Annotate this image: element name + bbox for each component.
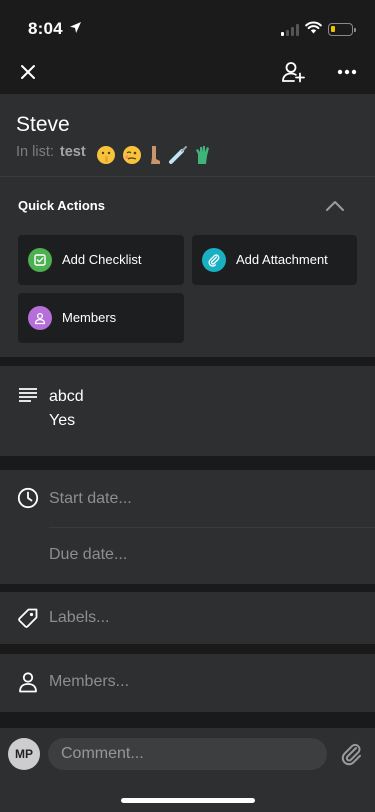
- woozy-face-emoji: [122, 146, 141, 165]
- description-lines-icon: [19, 388, 37, 402]
- description-section[interactable]: abcd Yes: [0, 366, 375, 456]
- syringe-emoji: [168, 146, 187, 165]
- cellular-signal-icon: [281, 24, 299, 36]
- clock-icon: [17, 487, 39, 509]
- description-line: Yes: [49, 412, 76, 429]
- list-name: test: [59, 144, 86, 160]
- chevron-up-icon[interactable]: [322, 197, 348, 215]
- quick-actions-panel: Quick Actions Add Checklist Add Attachme…: [0, 176, 375, 357]
- location-arrow-icon: [70, 22, 81, 33]
- status-time: 8:04: [28, 19, 63, 38]
- list-prefix: In list:: [16, 144, 54, 160]
- start-date-field[interactable]: Start date...: [49, 490, 132, 508]
- comment-input[interactable]: [48, 738, 327, 770]
- comment-bar: MP: [0, 728, 375, 812]
- add-member-button[interactable]: [279, 58, 307, 86]
- status-bar: 8:04: [0, 0, 375, 50]
- battery-icon: [328, 23, 356, 36]
- labels-field: Labels...: [49, 609, 110, 626]
- person-icon: [28, 306, 52, 330]
- add-attachment-label: Add Attachment: [236, 252, 328, 267]
- paperclip-icon: [202, 248, 226, 272]
- close-button[interactable]: [14, 58, 42, 86]
- description-text: abcd Yes: [49, 385, 84, 433]
- leg-emoji: [150, 146, 160, 165]
- labels-section[interactable]: Labels...: [0, 592, 375, 644]
- checklist-icon: [28, 248, 52, 272]
- members-field: Members...: [49, 673, 130, 690]
- add-checklist-button[interactable]: Add Checklist: [18, 235, 184, 285]
- home-indicator: [121, 798, 255, 803]
- tag-icon: [18, 608, 38, 628]
- more-options-button[interactable]: [333, 58, 361, 86]
- add-attachment-button[interactable]: Add Attachment: [192, 235, 357, 285]
- add-checklist-label: Add Checklist: [62, 252, 142, 267]
- shushing-face-emoji: [96, 146, 115, 165]
- card-list-info: In list: test: [16, 144, 214, 165]
- close-icon: [21, 65, 35, 79]
- due-date-field[interactable]: Due date...: [49, 546, 127, 564]
- dates-section: Start date... Due date...: [0, 470, 375, 584]
- add-person-icon: [282, 62, 305, 83]
- glove-emoji: [195, 146, 209, 165]
- members-section[interactable]: Members...: [0, 654, 375, 712]
- nav-bar: [0, 50, 375, 94]
- avatar[interactable]: MP: [8, 738, 40, 770]
- divider: [49, 527, 375, 528]
- card-emojis: [96, 145, 214, 165]
- person-outline-icon: [19, 672, 37, 693]
- members-button[interactable]: Members: [18, 293, 184, 343]
- card-title[interactable]: Steve: [16, 113, 70, 137]
- more-horizontal-icon: [337, 69, 357, 75]
- quick-actions-title: Quick Actions: [18, 198, 105, 213]
- wifi-icon: [305, 21, 322, 34]
- paperclip-icon[interactable]: [339, 741, 365, 767]
- description-line: abcd: [49, 388, 84, 405]
- members-label: Members: [62, 310, 117, 325]
